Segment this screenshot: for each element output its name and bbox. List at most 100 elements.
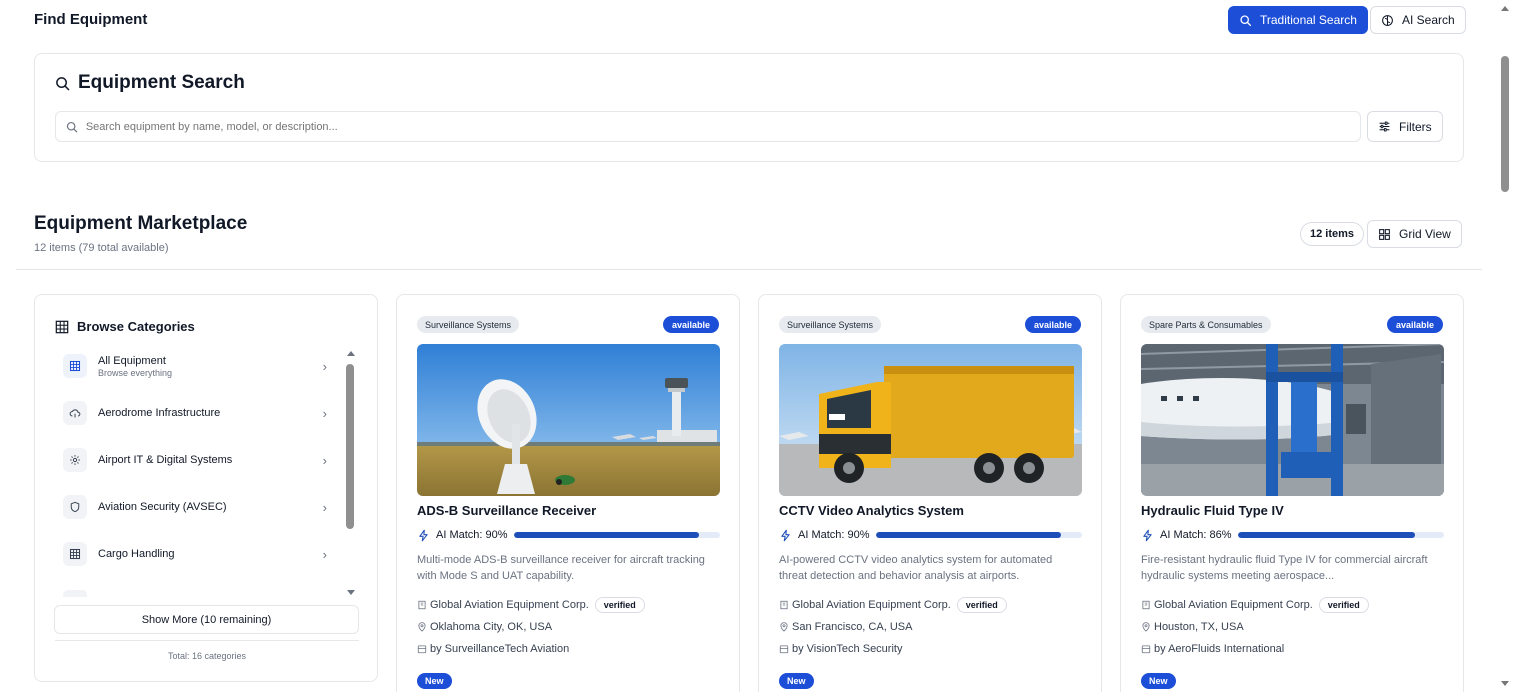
category-label: Aviation Security (AVSEC) (98, 501, 227, 513)
equipment-description: Fire-resistant hydraulic fluid Type IV f… (1141, 554, 1428, 582)
search-input-wrapper[interactable] (55, 111, 1361, 142)
filters-button[interactable]: Filters (1367, 111, 1443, 142)
category-list: All Equipment Browse everything › Aerodr… (55, 349, 339, 597)
section-divider (16, 269, 1482, 270)
category-item-aviation-security[interactable]: Aviation Security (AVSEC) › (63, 490, 331, 524)
map-pin-icon (418, 622, 426, 632)
status-badge: available (662, 316, 719, 333)
ai-match-bar (875, 532, 1082, 538)
equipment-card[interactable]: Surveillance Systems available ADS-B Sur… (396, 294, 740, 692)
ai-match-bar (1237, 532, 1444, 538)
traditional-search-label: Traditional Search (1260, 13, 1357, 27)
cloud-icon (63, 401, 87, 425)
verified-badge: verified (956, 597, 1007, 613)
ai-search-button[interactable]: AI Search (1370, 6, 1466, 34)
calendar-icon (779, 645, 789, 654)
verified-badge: verified (1318, 597, 1369, 613)
scroll-up-arrow-icon[interactable] (1501, 6, 1509, 11)
equipment-image[interactable] (779, 344, 1082, 496)
supplier-row: Global Aviation Equipment Corp. verified (779, 597, 1082, 613)
equipment-search-title-text: Equipment Search (78, 72, 245, 93)
location-row: San Francisco, CA, USA (779, 621, 1082, 633)
ai-match-fill (875, 532, 1062, 538)
sliders-icon (1379, 121, 1390, 132)
item-count-badge: 12 items (1300, 222, 1365, 246)
category-item-all-equipment[interactable]: All Equipment Browse everything › (63, 349, 331, 383)
new-badge: New (1141, 673, 1176, 689)
building-icon (418, 600, 426, 610)
grid-view-label: Grid View (1399, 227, 1451, 241)
equipment-description: Multi-mode ADS-B surveillance receiver f… (417, 554, 705, 582)
ai-match-bar (513, 532, 720, 538)
grid-view-button[interactable]: Grid View (1367, 220, 1462, 248)
equipment-title[interactable]: Hydraulic Fluid Type IV (1141, 503, 1284, 518)
category-badge: Spare Parts & Consumables (1141, 316, 1271, 333)
grid-icon (63, 354, 87, 378)
equipment-card[interactable]: Spare Parts & Consumables available Hydr… (1120, 294, 1464, 692)
location-row: Oklahoma City, OK, USA (417, 621, 720, 633)
scroll-up-arrow-icon[interactable] (347, 351, 355, 356)
equipment-search-title: Equipment Search (55, 72, 245, 94)
brain-icon (1382, 14, 1393, 26)
verified-badge: verified (594, 597, 645, 613)
calendar-icon (1141, 645, 1151, 654)
supplier-name: Global Aviation Equipment Corp. (430, 599, 589, 611)
ai-match-label: AI Match: 90% (798, 529, 870, 541)
category-label: Aerodrome Infrastructure (98, 407, 221, 419)
equipment-image[interactable] (417, 344, 720, 496)
ai-match-row: AI Match: 90% (417, 527, 720, 543)
yellow-truck-photo (779, 344, 1082, 496)
lightning-icon (419, 529, 428, 541)
seller-text: by AeroFluids International (1154, 643, 1285, 655)
browse-categories-title-text: Browse Categories (77, 319, 195, 334)
page-scroll-thumb[interactable] (1501, 56, 1509, 192)
supplier-name: Global Aviation Equipment Corp. (792, 599, 951, 611)
new-badge: New (779, 673, 814, 689)
shield-icon (63, 495, 87, 519)
equipment-title[interactable]: ADS-B Surveillance Receiver (417, 503, 596, 518)
supplier-row: Global Aviation Equipment Corp. verified (417, 597, 720, 613)
seller-row: by VisionTech Security (779, 643, 1082, 655)
table-icon (55, 320, 69, 333)
category-label: Airport IT & Digital Systems (98, 454, 233, 466)
grid-icon (1379, 228, 1390, 240)
top-bar: Find Equipment Traditional Search AI Sea… (0, 0, 1497, 40)
chevron-right-icon: › (322, 452, 327, 468)
chevron-right-icon: › (322, 405, 327, 421)
equipment-card[interactable]: Surveillance Systems available CCTV Vide… (758, 294, 1102, 692)
category-item-cargo-handling[interactable]: Cargo Handling › (63, 537, 331, 571)
category-item-aerodrome-infrastructure[interactable]: Aerodrome Infrastructure › (63, 396, 331, 430)
location-text: Oklahoma City, OK, USA (430, 621, 553, 633)
marketplace-title: Equipment Marketplace (34, 213, 248, 234)
equipment-title[interactable]: CCTV Video Analytics System (779, 503, 964, 518)
category-badge: Surveillance Systems (779, 316, 882, 333)
seller-row: by SurveillanceTech Aviation (417, 643, 720, 655)
gear-icon (63, 448, 87, 472)
category-label: All Equipment (98, 354, 166, 367)
lightning-icon (1143, 529, 1152, 541)
categories-total: Total: 16 categories (167, 651, 247, 661)
radar-antenna-photo (417, 344, 720, 496)
calendar-icon (417, 645, 427, 654)
page-scrollbar[interactable] (1497, 0, 1513, 692)
traditional-search-button[interactable]: Traditional Search (1228, 6, 1368, 34)
category-item-airport-it[interactable]: Airport IT & Digital Systems › (63, 443, 331, 477)
equipment-search-card: Equipment Search Filters (34, 53, 1464, 162)
category-scrollbar[interactable] (345, 351, 355, 595)
supplier-name: Global Aviation Equipment Corp. (1154, 599, 1313, 611)
scroll-thumb[interactable] (346, 364, 354, 529)
search-icon (66, 121, 78, 132)
seller-text: by VisionTech Security (792, 643, 903, 655)
ai-match-row: AI Match: 90% (779, 527, 1082, 543)
ai-match-label: AI Match: 86% (1160, 529, 1232, 541)
chevron-right-icon: › (322, 499, 327, 515)
page-title: Find Equipment (34, 11, 148, 28)
show-more-button[interactable]: Show More (10 remaining) (54, 605, 359, 634)
equipment-image[interactable] (1141, 344, 1444, 496)
building-icon (1142, 600, 1150, 610)
scroll-down-arrow-icon[interactable] (1501, 681, 1509, 686)
scroll-down-arrow-icon[interactable] (347, 590, 355, 595)
category-label: Cargo Handling (98, 548, 175, 560)
search-input[interactable] (85, 120, 1360, 133)
seller-row: by AeroFluids International (1141, 643, 1444, 655)
